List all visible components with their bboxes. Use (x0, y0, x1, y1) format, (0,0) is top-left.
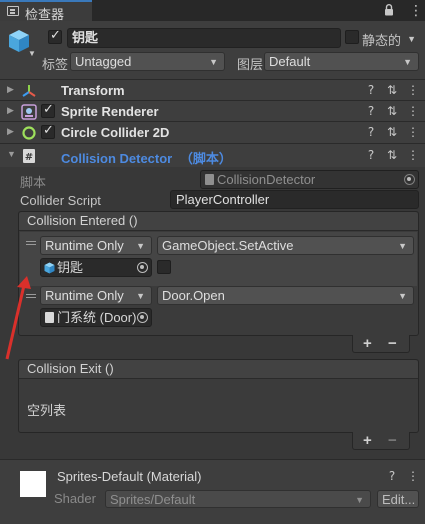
component-sprite-renderer[interactable]: ▶ Sprite Renderer ? ⇅ ⋮ (0, 100, 425, 122)
collision-exit-panel: Collision Exit () 空列表 (18, 359, 419, 433)
event-entry-2[interactable]: Runtime Only ▼ Door.Open ▼ 门系统 (Door) (20, 286, 417, 336)
empty-list-text: 空列表 (27, 403, 67, 418)
component-collision-detector[interactable]: ▼ # Collision Detector （脚本） ? ⇅ ⋮ (0, 143, 425, 167)
tag-value: Untagged (75, 54, 132, 69)
fold-arrow-icon[interactable]: ▶ (7, 126, 14, 137)
more-icon[interactable]: ⋮ (407, 469, 419, 483)
fold-arrow-icon[interactable]: ▼ (7, 149, 16, 159)
layer-value: Default (269, 54, 311, 69)
fold-arrow-icon[interactable]: ▶ (7, 105, 14, 116)
collider-script-field[interactable]: PlayerController (170, 190, 419, 209)
bool-argument-checkbox[interactable] (157, 260, 171, 274)
event-entry-1[interactable]: Runtime Only ▼ GameObject.SetActive ▼ 钥匙 (20, 232, 417, 286)
drag-handle-icon[interactable] (26, 241, 36, 245)
shader-dropdown[interactable]: Sprites/Default ▼ (105, 490, 371, 508)
runtime-mode-dropdown[interactable]: Runtime Only ▼ (40, 286, 152, 305)
more-icon[interactable]: ⋮ (407, 148, 419, 162)
script-file-icon (205, 174, 214, 185)
collider-script-label: Collider Script (20, 193, 101, 208)
more-icon[interactable]: ⋮ (407, 83, 419, 97)
active-checkbox[interactable] (48, 28, 62, 44)
preset-icon[interactable]: ⇅ (386, 148, 398, 162)
tab-inspector[interactable]: 检查器 (0, 0, 92, 22)
list-footer: + − (352, 335, 410, 353)
object-picker-icon (404, 174, 415, 185)
script-label: 脚本 (20, 175, 47, 190)
shader-label: Shader (54, 491, 96, 506)
event-header: Collision Entered () (19, 212, 418, 231)
remove-event-button[interactable]: − (388, 335, 397, 352)
list-footer: + − (352, 432, 410, 450)
target-object-field[interactable]: 门系统 (Door) (40, 308, 152, 327)
edit-shader-button[interactable]: Edit... (377, 490, 419, 508)
help-icon[interactable]: ? (365, 125, 377, 139)
fold-arrow-icon[interactable]: ▶ (7, 84, 14, 95)
static-label: 静态的 (362, 33, 402, 48)
add-event-button[interactable]: + (363, 432, 372, 449)
layer-label: 图层 (237, 57, 264, 72)
tag-label: 标签 (42, 57, 69, 72)
tag-dropdown[interactable]: Untagged ▼ (70, 52, 225, 71)
object-name-field[interactable]: 钥匙 (67, 28, 341, 48)
sprite-renderer-icon (21, 104, 37, 120)
preset-icon[interactable]: ⇅ (386, 104, 398, 118)
object-picker-icon[interactable] (137, 262, 148, 273)
material-name: Sprites-Default (Material) (57, 469, 202, 484)
chevron-down-icon[interactable]: ▼ (28, 49, 36, 58)
cube-icon[interactable] (8, 29, 30, 53)
static-checkbox[interactable] (345, 30, 359, 44)
tab-bar: 检查器 ⋮ (0, 0, 425, 22)
layer-dropdown[interactable]: Default ▼ (264, 52, 419, 71)
static-dropdown[interactable]: ▼ (403, 30, 419, 46)
transform-icon (22, 85, 36, 97)
component-title: Collision Detector （脚本） (61, 151, 232, 166)
more-icon[interactable]: ⋮ (407, 125, 419, 139)
enabled-checkbox[interactable] (41, 102, 55, 118)
enabled-checkbox[interactable] (41, 123, 55, 139)
component-title: Transform (61, 83, 125, 98)
inspector-icon (7, 6, 19, 16)
lock-icon[interactable] (384, 4, 394, 16)
help-icon[interactable]: ? (365, 83, 377, 97)
svg-text:#: # (25, 152, 33, 163)
component-transform[interactable]: ▶ Transform ? ⇅ ⋮ (0, 79, 425, 101)
event-header: Collision Exit () (19, 360, 418, 379)
remove-event-button[interactable]: − (388, 432, 397, 449)
component-circle-collider[interactable]: ▶ Circle Collider 2D ? ⇅ ⋮ (0, 121, 425, 143)
circle-collider-icon (22, 126, 36, 140)
material-toolbar: ? ⋮ (386, 469, 419, 483)
add-event-button[interactable]: + (363, 335, 372, 352)
runtime-mode-dropdown[interactable]: Runtime Only ▼ (40, 236, 152, 255)
collision-entered-panel: Collision Entered () Runtime Only ▼ GameO… (18, 211, 419, 336)
object-picker-icon[interactable] (137, 312, 148, 323)
component-title: Sprite Renderer (61, 104, 159, 119)
preset-icon[interactable]: ⇅ (386, 83, 398, 97)
function-dropdown[interactable]: GameObject.SetActive ▼ (157, 236, 414, 255)
object-header: ▼ 钥匙 静态的 ▼ 标签 Untagged▼ 图层 Default▼ (0, 21, 425, 80)
drag-handle-icon[interactable] (26, 294, 36, 298)
more-icon[interactable]: ⋮ (407, 104, 419, 118)
cube-icon (44, 262, 55, 274)
more-menu-icon[interactable]: ⋮ (409, 2, 423, 19)
component-title: Circle Collider 2D (61, 125, 170, 140)
material-preview (20, 471, 46, 497)
script-file-icon (45, 312, 54, 323)
preset-icon[interactable]: ⇅ (386, 125, 398, 139)
target-object-field[interactable]: 钥匙 (40, 258, 152, 277)
script-icon: # (23, 149, 35, 163)
help-icon[interactable]: ? (365, 148, 377, 162)
help-icon[interactable]: ? (386, 469, 398, 483)
function-dropdown[interactable]: Door.Open ▼ (157, 286, 414, 305)
help-icon[interactable]: ? (365, 104, 377, 118)
material-section: Sprites-Default (Material) Shader Sprite… (0, 459, 425, 524)
script-field: CollisionDetector (200, 170, 419, 189)
